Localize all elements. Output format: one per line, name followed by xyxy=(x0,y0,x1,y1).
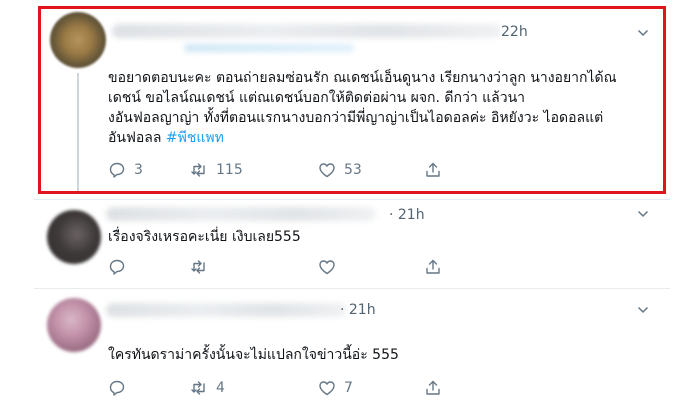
reply-icon xyxy=(109,380,125,396)
share-icon xyxy=(426,162,440,177)
reply-count: 3 xyxy=(134,162,143,178)
like-button[interactable]: 53 xyxy=(318,160,362,180)
reply-button[interactable] xyxy=(108,378,134,398)
reply-icon xyxy=(109,259,125,275)
tweet-text-line: ใครทันดราม่าครั้งนั้นจะไม่แปลกใจข่าวนี้อ… xyxy=(108,347,399,363)
heart-icon xyxy=(319,260,335,275)
retweet-button[interactable] xyxy=(190,257,216,277)
tweet-text-fragment: อันฟอลล xyxy=(108,130,162,146)
retweet-count: 115 xyxy=(216,162,243,178)
tweet-timestamp[interactable]: · 21h xyxy=(389,207,425,223)
like-count: 53 xyxy=(344,162,362,178)
blurred-user-name xyxy=(106,207,376,221)
tweet-text: เรื่องจริงเหรอคะเนี่ย เงิบเลย555 xyxy=(108,227,301,247)
share-button[interactable] xyxy=(424,160,442,180)
tweet-actions: 3 115 53 xyxy=(108,160,468,180)
retweet-icon xyxy=(191,381,205,395)
chevron-down-icon[interactable] xyxy=(637,304,649,314)
heart-icon xyxy=(319,381,335,396)
tweet-text-line: เรื่องจริงเหรอคะเนี่ย เงิบเลย555 xyxy=(108,229,301,245)
retweet-icon xyxy=(191,163,205,177)
heart-icon xyxy=(319,163,335,178)
retweet-count: 4 xyxy=(216,380,225,396)
reply-button[interactable]: 3 xyxy=(108,160,143,180)
share-button[interactable] xyxy=(424,378,442,398)
retweet-icon xyxy=(191,260,205,274)
tweet-card[interactable]: · 21h เรื่องจริงเหรอคะเนี่ย เงิบเลย555 xyxy=(34,199,670,287)
hashtag-link[interactable]: #พีชแพท xyxy=(166,130,224,146)
tweet-timestamp[interactable]: · 21h xyxy=(340,302,376,318)
thread-line xyxy=(77,73,79,191)
tweet-card[interactable]: · 21h ใครทันดราม่าครั้งนั้นจะไม่แปลกใจข่… xyxy=(34,288,670,406)
reply-button[interactable] xyxy=(108,257,134,277)
tweet-text: ขอยาดตอบนะคะ ตอนถ่ายลมซ่อนรัก ณเดชน์เอ็น… xyxy=(108,68,617,148)
chevron-down-icon[interactable] xyxy=(637,27,649,37)
tweet-text-line: งอันฟอลญาญ่า ทั้งที่ตอนแรกนางบอกว่ามีพี่… xyxy=(108,110,604,126)
blurred-user-name xyxy=(112,24,502,38)
tweet-text: ใครทันดราม่าครั้งนั้นจะไม่แปลกใจข่าวนี้อ… xyxy=(108,345,399,365)
share-button[interactable] xyxy=(424,257,442,277)
tweet-timestamp[interactable]: 22h xyxy=(501,24,528,40)
avatar[interactable] xyxy=(50,12,106,68)
share-icon xyxy=(426,380,440,395)
avatar[interactable] xyxy=(47,298,101,352)
tweet-card[interactable]: 22h ขอยาดตอบนะคะ ตอนถ่ายลมซ่อนรัก ณเดชน์… xyxy=(34,0,670,197)
avatar[interactable] xyxy=(47,210,101,264)
tweet-text-line: อันฟอลล #พีชแพท xyxy=(108,128,617,148)
blurred-user-name xyxy=(106,303,346,317)
like-count: 7 xyxy=(344,380,353,396)
tweet-text-line: เดชน์ ขอไลน์ณเดชน์ แต่ณเดชน์บอกให้ติดต่อ… xyxy=(108,90,526,106)
tweet-text-line: ขอยาดตอบนะคะ ตอนถ่ายลมซ่อนรัก ณเดชน์เอ็น… xyxy=(108,70,617,86)
like-button[interactable]: 7 xyxy=(318,378,353,398)
tweet-actions xyxy=(108,257,468,277)
retweet-button[interactable]: 115 xyxy=(190,160,243,180)
tweet-actions: 4 7 xyxy=(108,378,468,398)
retweet-button[interactable]: 4 xyxy=(190,378,225,398)
like-button[interactable] xyxy=(318,257,344,277)
share-icon xyxy=(426,259,440,274)
reply-icon xyxy=(109,162,125,178)
chevron-down-icon[interactable] xyxy=(637,208,649,218)
blurred-reply-context xyxy=(184,44,354,52)
